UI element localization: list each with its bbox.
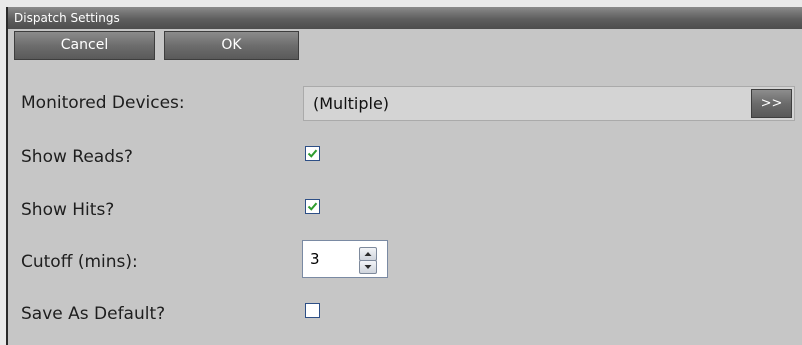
dispatch-settings-dialog: Dispatch Settings Cancel OK Monitored De… <box>6 7 802 345</box>
ok-button[interactable]: OK <box>164 31 299 60</box>
cutoff-increment-button[interactable] <box>359 247 377 261</box>
dialog-title: Dispatch Settings <box>8 7 802 29</box>
checkmark-icon <box>307 149 318 158</box>
cancel-button[interactable]: Cancel <box>14 31 155 60</box>
select-devices-button[interactable]: >> <box>751 89 792 118</box>
show-reads-checkbox[interactable] <box>305 146 320 161</box>
arrow-down-icon <box>364 265 372 269</box>
cutoff-stepper[interactable]: 3 <box>302 240 388 278</box>
monitored-devices-value: (Multiple) <box>313 94 390 113</box>
cutoff-value[interactable]: 3 <box>310 250 320 268</box>
show-hits-label: Show Hits? <box>21 200 115 220</box>
monitored-devices-field[interactable]: (Multiple) >> <box>303 86 795 121</box>
show-hits-checkbox[interactable] <box>305 199 320 214</box>
cutoff-label: Cutoff (mins): <box>21 252 138 272</box>
save-as-default-label: Save As Default? <box>21 304 166 324</box>
show-reads-label: Show Reads? <box>21 147 133 167</box>
checkmark-icon <box>307 202 318 211</box>
arrow-up-icon <box>364 252 372 256</box>
cutoff-decrement-button[interactable] <box>359 260 377 274</box>
monitored-devices-label: Monitored Devices: <box>21 93 185 113</box>
save-as-default-checkbox[interactable] <box>305 303 320 318</box>
